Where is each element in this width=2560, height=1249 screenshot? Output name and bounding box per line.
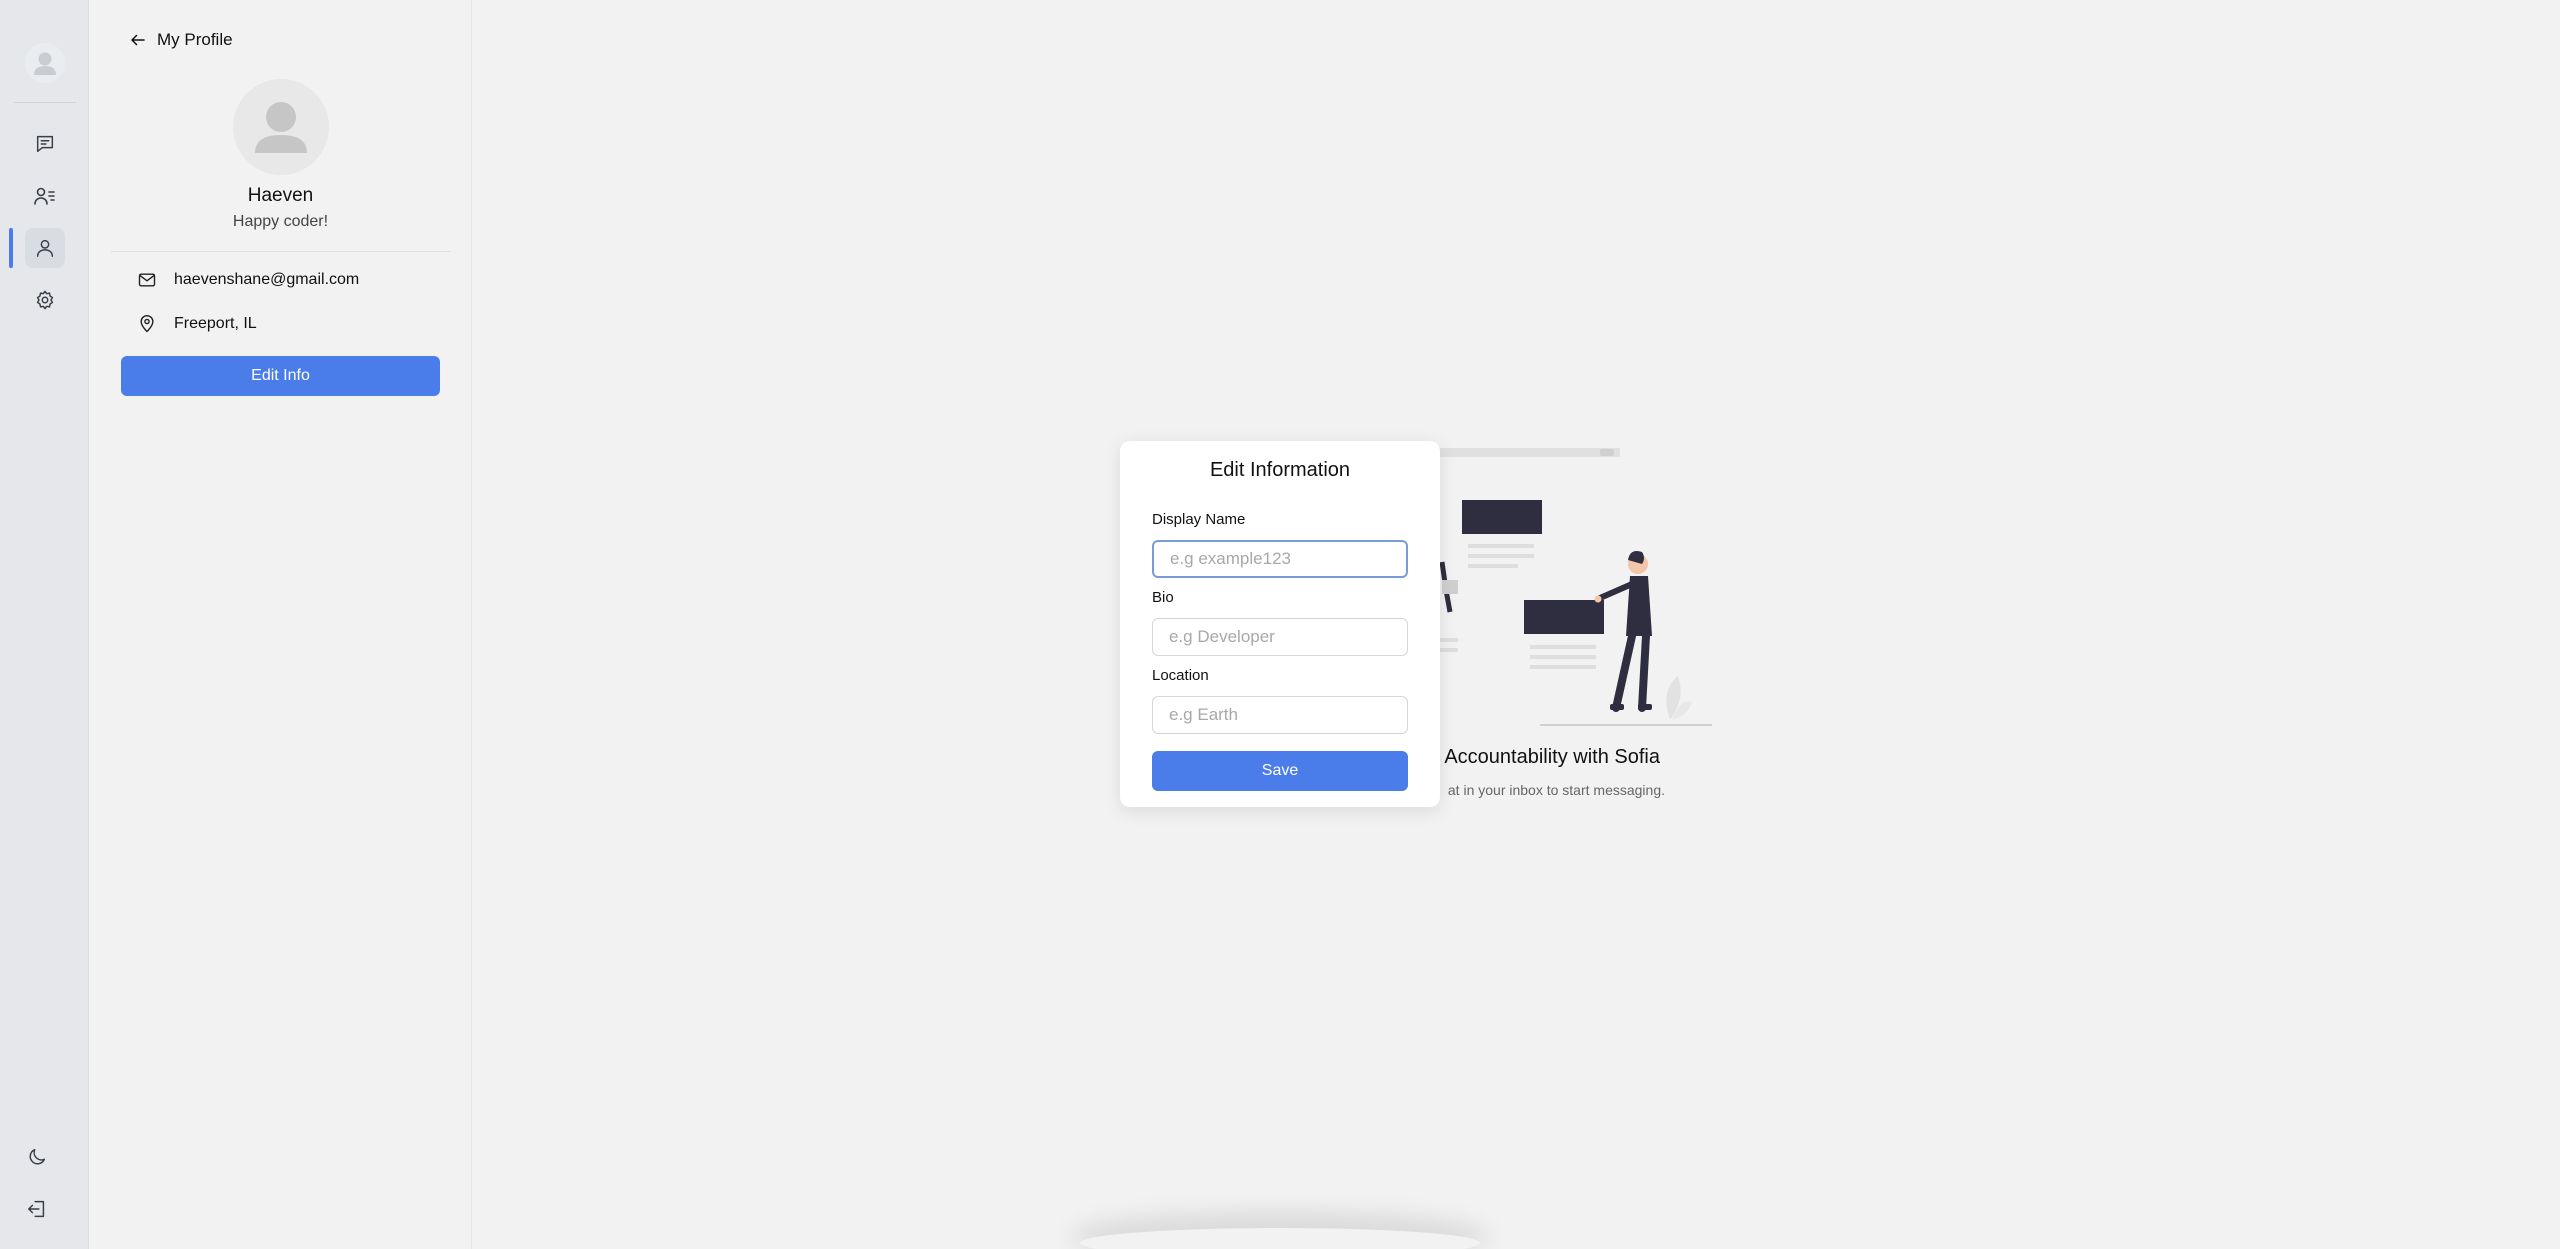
display-name-label: Display Name — [1152, 511, 1246, 528]
profile-location: Freeport, IL — [174, 315, 257, 332]
moon-icon — [29, 1148, 46, 1165]
map-pin-icon — [140, 314, 154, 333]
rail-profile-button[interactable] — [25, 228, 65, 268]
location-label: Location — [1152, 667, 1209, 684]
rail-chats-button[interactable] — [25, 124, 65, 164]
user-placeholder-icon — [34, 52, 56, 75]
user-placeholder-icon — [255, 102, 307, 153]
location-row: Freeport, IL — [137, 314, 257, 334]
active-indicator — [9, 228, 13, 268]
panel-divider — [111, 251, 451, 252]
logout-icon — [28, 1200, 45, 1218]
logout-button[interactable] — [17, 1189, 57, 1229]
edit-information-modal: Edit Information Display Name Bio Locati… — [1120, 441, 1440, 807]
profile-email: haevenshane@gmail.com — [174, 271, 360, 288]
message-square-icon — [36, 135, 54, 153]
display-name-input[interactable] — [1152, 540, 1408, 578]
rail-avatar[interactable] — [25, 43, 65, 83]
icon-rail — [0, 0, 89, 1249]
profile-name: Haeven — [247, 185, 314, 206]
theme-toggle-button[interactable] — [17, 1137, 57, 1177]
save-button[interactable]: Save — [1152, 751, 1408, 791]
email-row: haevenshane@gmail.com — [137, 270, 359, 290]
rail-settings-button[interactable] — [25, 280, 65, 320]
profile-avatar — [233, 79, 329, 175]
back-button[interactable]: My Profile — [129, 30, 233, 50]
user-icon — [36, 239, 54, 257]
arrow-left-icon — [131, 34, 145, 46]
user-list-icon — [34, 187, 55, 205]
bio-input[interactable] — [1152, 618, 1408, 656]
edit-info-button[interactable]: Edit Info — [121, 356, 440, 396]
panel-title: My Profile — [157, 30, 233, 49]
rail-contacts-button[interactable] — [25, 176, 65, 216]
location-input[interactable] — [1152, 696, 1408, 734]
modal-title: Edit Information — [1209, 459, 1351, 481]
profile-bio: Happy coder! — [232, 213, 329, 230]
bio-label: Bio — [1152, 589, 1174, 606]
rail-divider — [14, 102, 76, 103]
gear-icon — [36, 290, 54, 310]
mail-icon — [138, 273, 156, 287]
profile-panel: My Profile Haeven Happy coder! haevensha… — [89, 0, 472, 1249]
